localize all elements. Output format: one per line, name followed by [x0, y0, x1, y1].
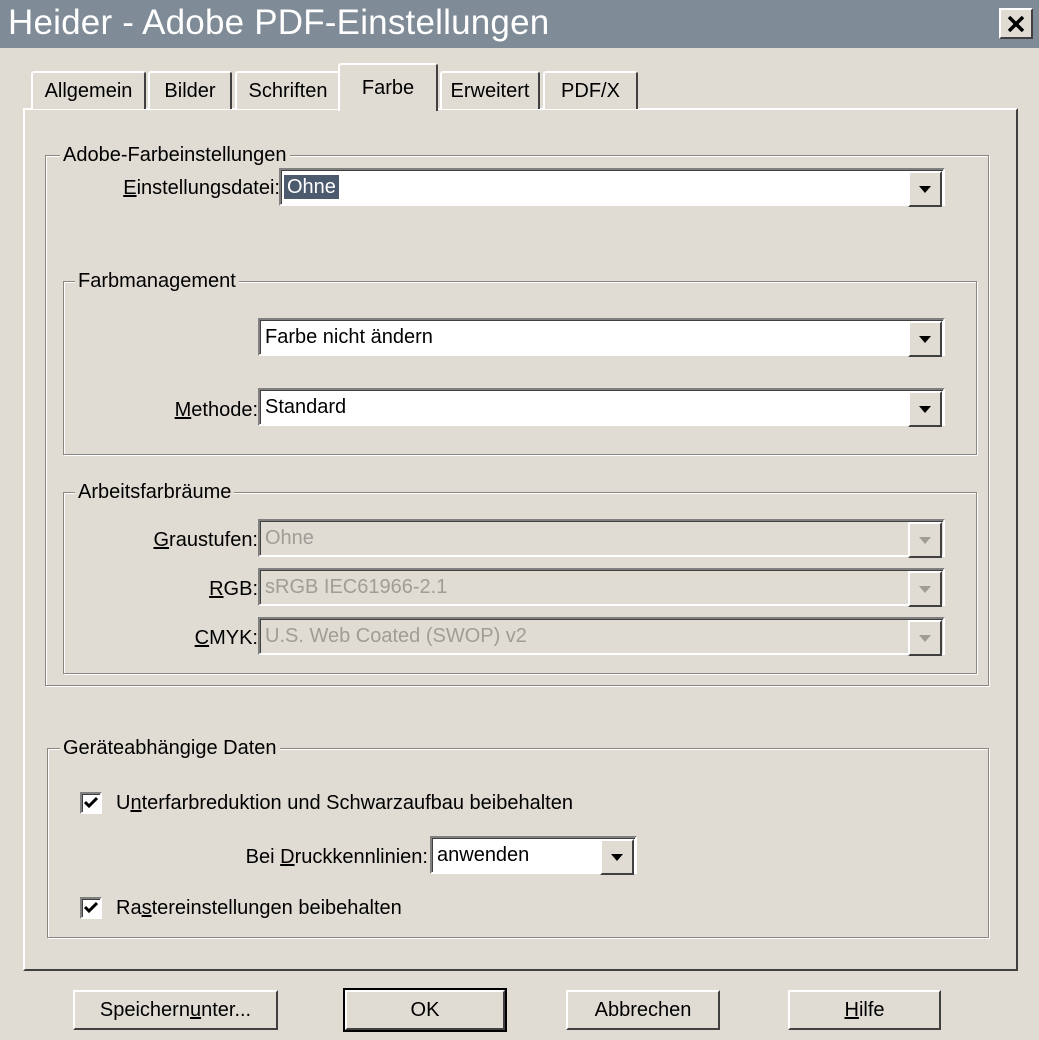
chevron-down-icon	[919, 585, 931, 593]
cancel-button[interactable]: Abbrechen	[566, 990, 720, 1030]
gray-combo[interactable]: Ohne	[258, 519, 945, 558]
cmyk-dropdown-button[interactable]	[908, 620, 942, 656]
color-policy-value: Farbe nicht ändern	[265, 326, 433, 348]
ucr-label[interactable]: Unterfarbreduktion und Schwarzaufbau bei…	[116, 791, 573, 815]
cmyk-value: U.S. Web Coated (SWOP) v2	[265, 625, 527, 647]
halftone-label[interactable]: Rastereinstellungen beibehalten	[116, 896, 402, 920]
group-adobe-farbeinstellungen-legend: Adobe-Farbeinstellungen	[60, 144, 290, 166]
tab-erweitert-label: Erweitert	[450, 79, 530, 102]
window-title: Heider - Adobe PDF-Einstellungen	[8, 3, 550, 42]
group-arbeitsfarbraeume-legend: Arbeitsfarbräume	[75, 481, 235, 503]
checkmark-icon	[84, 901, 98, 914]
tab-bilder-label: Bilder	[164, 79, 216, 102]
tab-pdfx-label: PDF/X	[561, 79, 620, 102]
help-button[interactable]: Hilfe	[788, 990, 941, 1030]
tab-bilder[interactable]: Bilder	[148, 71, 232, 109]
group-farbmanagement	[63, 281, 977, 455]
settings-file-label: Einstellungsdatei:	[123, 177, 280, 199]
method-combo[interactable]: Standard	[258, 388, 945, 427]
rgb-value: sRGB IEC61966-2.1	[265, 576, 448, 598]
transfer-value: anwenden	[437, 844, 530, 866]
save-as-button[interactable]: Speichern u nter...	[73, 990, 278, 1030]
close-button[interactable]	[999, 8, 1033, 39]
group-geraeteabhaengige-daten-legend: Geräteabhängige Daten	[60, 737, 280, 759]
chevron-down-icon	[611, 853, 623, 861]
chevron-down-icon	[919, 185, 931, 193]
chevron-down-icon	[919, 335, 931, 343]
tab-schriften[interactable]: Schriften	[235, 71, 341, 109]
transfer-combo[interactable]: anwenden	[430, 836, 637, 875]
tab-pdfx[interactable]: PDF/X	[543, 71, 638, 109]
settings-file-combo[interactable]: Ohne	[279, 168, 945, 207]
settings-file-dropdown-button[interactable]	[908, 171, 942, 207]
cmyk-combo[interactable]: U.S. Web Coated (SWOP) v2	[258, 617, 945, 656]
tab-allgemein-label: Allgemein	[44, 79, 133, 102]
chevron-down-icon	[919, 405, 931, 413]
chevron-down-icon	[919, 634, 931, 642]
rgb-label: RGB:	[209, 578, 258, 600]
transfer-label: Bei Druckkennlinien:	[245, 846, 428, 868]
color-policy-combo[interactable]: Farbe nicht ändern	[258, 318, 945, 357]
tab-allgemein[interactable]: Allgemein	[31, 71, 146, 109]
tab-schriften-label: Schriften	[248, 79, 328, 102]
tab-erweitert[interactable]: Erweitert	[440, 71, 540, 109]
chevron-down-icon	[919, 536, 931, 544]
gray-label: Graustufen:	[153, 529, 258, 551]
method-dropdown-button[interactable]	[908, 391, 942, 427]
halftone-checkbox[interactable]	[80, 897, 102, 919]
gray-value: Ohne	[265, 527, 314, 549]
settings-file-value: Ohne	[283, 174, 340, 200]
tab-farbe-label: Farbe	[361, 76, 415, 99]
cmyk-label: CMYK:	[194, 627, 258, 649]
rgb-combo[interactable]: sRGB IEC61966-2.1	[258, 568, 945, 607]
method-value: Standard	[265, 396, 347, 418]
group-farbmanagement-legend: Farbmanagement	[75, 270, 239, 292]
transfer-dropdown-button[interactable]	[600, 839, 634, 875]
color-policy-dropdown-button[interactable]	[908, 321, 942, 357]
rgb-dropdown-button[interactable]	[908, 571, 942, 607]
gray-dropdown-button[interactable]	[908, 522, 942, 558]
ok-button[interactable]: OK	[343, 988, 507, 1032]
method-label: Methode:	[174, 399, 258, 421]
checkmark-icon	[84, 796, 98, 809]
ucr-checkbox[interactable]	[80, 792, 102, 814]
tab-farbe[interactable]: Farbe	[338, 63, 438, 111]
close-icon	[1007, 15, 1025, 32]
